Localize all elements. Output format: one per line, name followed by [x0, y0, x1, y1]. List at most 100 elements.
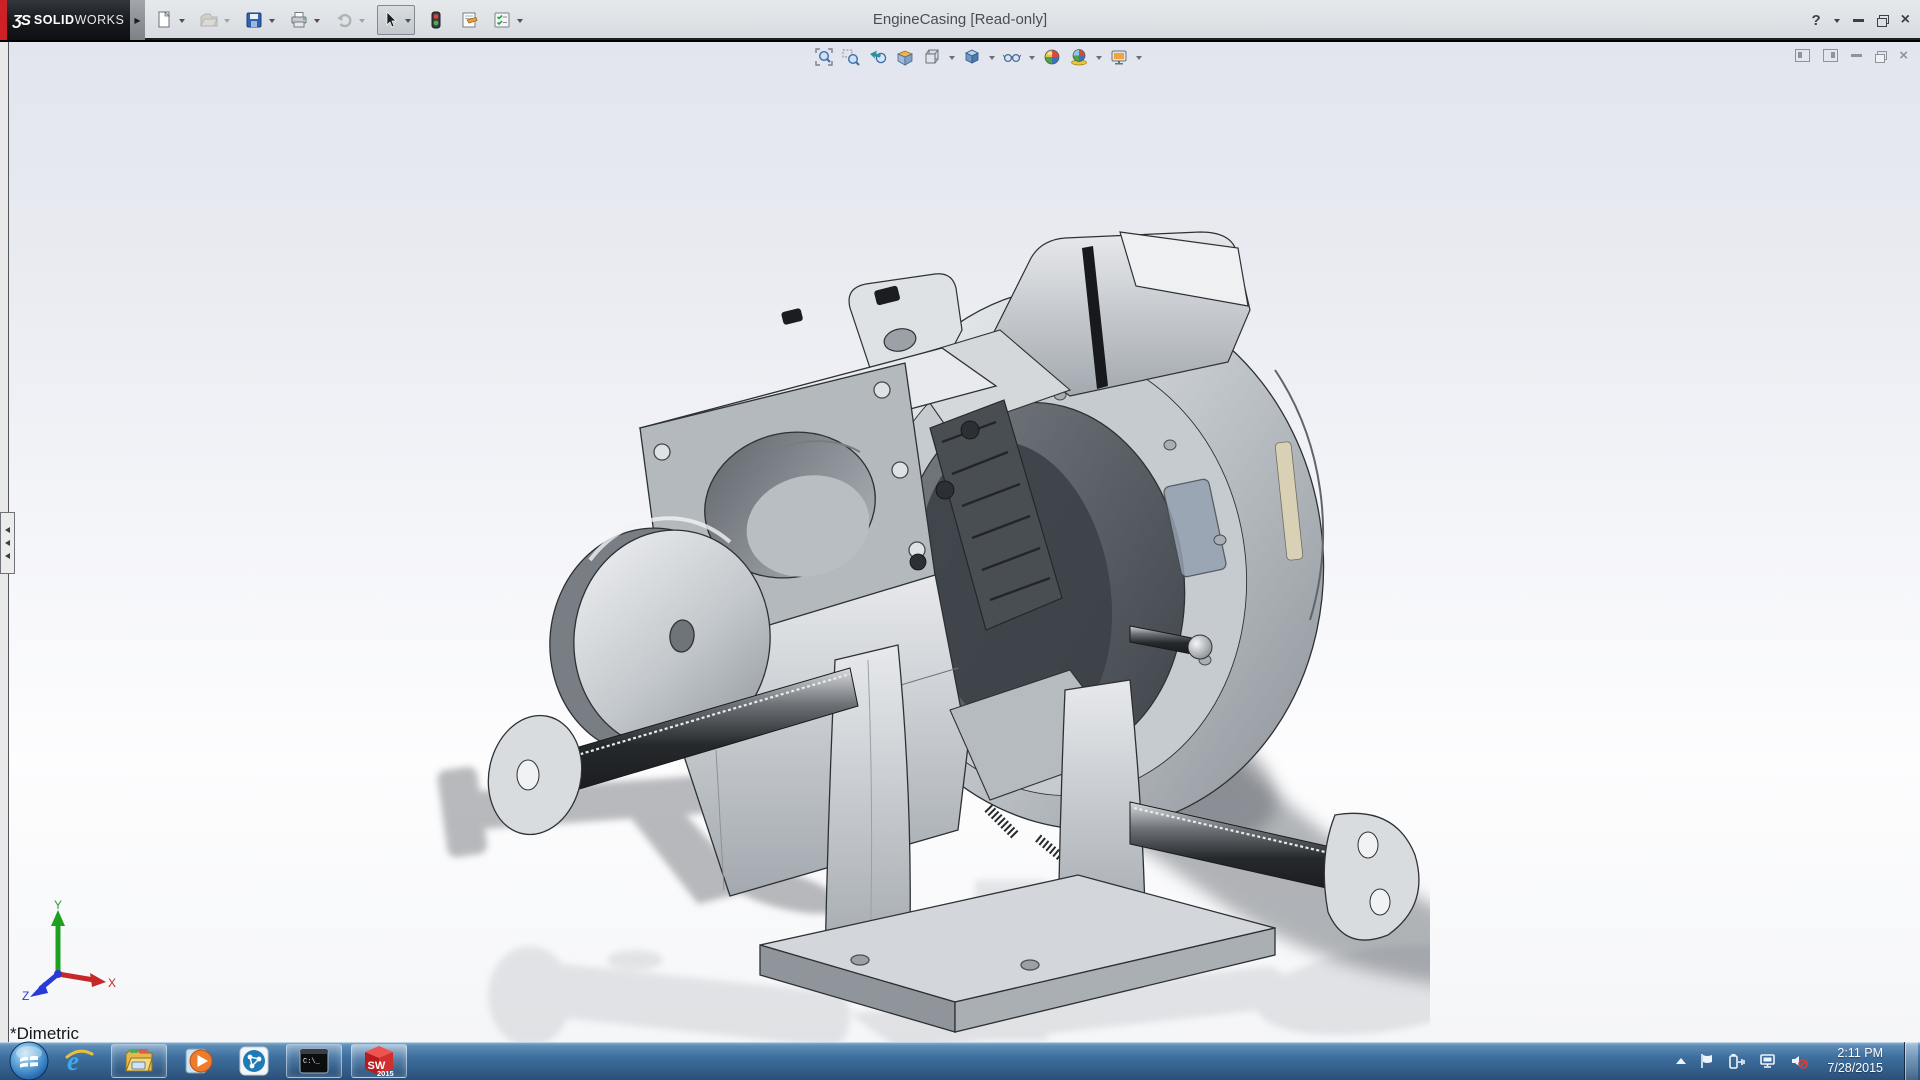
- background-app-sliver: [0, 0, 7, 40]
- undo-dropdown[interactable]: [356, 6, 368, 34]
- zoom-to-fit-icon: [814, 47, 834, 67]
- help-button[interactable]: ?: [1811, 12, 1820, 29]
- edit-appearance-button[interactable]: [1040, 45, 1064, 69]
- open-folder-icon: [199, 10, 219, 30]
- solidworks-logo-glyph: ƷS: [13, 12, 30, 29]
- show-hidden-icons-button[interactable]: [1676, 1058, 1686, 1064]
- taskbar-item-windows-explorer[interactable]: [111, 1044, 167, 1078]
- solidworks-logo-text-light: WORKS: [75, 13, 125, 27]
- collapse-arrow-icon: [5, 553, 10, 559]
- up-arrow-icon: [1676, 1058, 1686, 1064]
- save-button[interactable]: [242, 6, 266, 34]
- command-prompt-text: C:\_: [303, 1058, 321, 1066]
- help-dropdown[interactable]: [1834, 19, 1840, 26]
- collapse-arrow-icon: [5, 540, 10, 546]
- apply-scene-icon: [1069, 47, 1089, 67]
- section-view-icon: [895, 47, 915, 67]
- rebuild-button[interactable]: [424, 6, 448, 34]
- taskbar-item-media-player[interactable]: [176, 1044, 222, 1078]
- zoom-to-fit-button[interactable]: [812, 45, 836, 69]
- solidworks-window: ƷS SOLIDWORKS ▶: [0, 0, 1920, 1080]
- document-restore-button[interactable]: [1875, 51, 1886, 61]
- apply-scene-button[interactable]: [1067, 45, 1091, 69]
- select-cursor-icon: [380, 10, 400, 30]
- open-dropdown[interactable]: [221, 6, 233, 34]
- pane-right-icon[interactable]: [1823, 49, 1838, 62]
- engine-casing-model[interactable]: [430, 190, 1430, 1044]
- hide-show-items-button[interactable]: [1000, 45, 1024, 69]
- rebuild-traffic-light-icon: [426, 10, 446, 30]
- print-dropdown[interactable]: [311, 6, 323, 34]
- triad-z-label: Z: [22, 989, 29, 1002]
- previous-view-icon: [868, 47, 888, 67]
- select-button[interactable]: [378, 6, 402, 34]
- reference-triad: Y X Z: [16, 900, 116, 1002]
- show-desktop-button[interactable]: [1904, 1042, 1918, 1080]
- taskbar-apps: e: [56, 1044, 407, 1078]
- triad-y-label: Y: [54, 900, 62, 912]
- windows-explorer-folder-icon: [123, 1045, 155, 1077]
- standard-toolbar: [152, 0, 535, 40]
- view-settings-button[interactable]: [1107, 45, 1131, 69]
- volume-button[interactable]: [1790, 1053, 1808, 1069]
- feature-manager-collapse-tab[interactable]: [0, 512, 15, 574]
- taskbar-item-network-app[interactable]: [231, 1044, 277, 1078]
- flag-icon: [1699, 1053, 1715, 1069]
- window-controls: ? ×: [1811, 0, 1910, 40]
- display-style-button[interactable]: [960, 45, 984, 69]
- network-app-icon: [238, 1045, 270, 1077]
- menu-expand-button[interactable]: ▶: [130, 0, 145, 40]
- headsup-view-toolbar: [812, 44, 1144, 70]
- restore-button[interactable]: [1877, 15, 1888, 25]
- taskbar-item-solidworks[interactable]: SW 2015: [351, 1044, 407, 1078]
- solidworks-2015-icon: SW 2015: [362, 1044, 396, 1078]
- save-floppy-icon: [244, 10, 264, 30]
- start-button[interactable]: [6, 1039, 52, 1080]
- options-dropdown[interactable]: [514, 6, 526, 34]
- print-icon: [289, 10, 309, 30]
- power-button[interactable]: [1728, 1053, 1746, 1069]
- file-properties-button[interactable]: [457, 6, 481, 34]
- file-properties-icon: [459, 10, 479, 30]
- system-tray: 2:11 PM 7/28/2015: [1676, 1042, 1920, 1080]
- collapse-arrow-icon: [5, 527, 10, 533]
- open-button[interactable]: [197, 6, 221, 34]
- graphics-area[interactable]: ×: [0, 42, 1920, 1042]
- close-button[interactable]: ×: [1901, 12, 1910, 28]
- media-player-icon: [183, 1045, 215, 1077]
- previous-view-button[interactable]: [866, 45, 890, 69]
- network-button[interactable]: [1759, 1053, 1777, 1069]
- taskbar-item-internet-explorer[interactable]: e: [56, 1044, 102, 1078]
- document-minimize-button[interactable]: [1851, 54, 1862, 57]
- section-view-button[interactable]: [893, 45, 917, 69]
- zoom-to-area-button[interactable]: [839, 45, 863, 69]
- action-center-button[interactable]: [1699, 1053, 1715, 1069]
- hide-show-items-dropdown[interactable]: [1027, 52, 1037, 63]
- solidworks-icon-year: 2015: [377, 1069, 394, 1078]
- view-orientation-button[interactable]: [920, 45, 944, 69]
- solidworks-logo-text-bold: SOLID: [34, 13, 75, 27]
- view-settings-dropdown[interactable]: [1134, 52, 1144, 63]
- undo-button[interactable]: [332, 6, 356, 34]
- document-window-controls: ×: [1795, 48, 1908, 63]
- options-button[interactable]: [490, 6, 514, 34]
- view-orientation-dropdown[interactable]: [947, 52, 957, 63]
- power-plug-icon: [1728, 1053, 1746, 1069]
- menu-expand-arrow-icon: ▶: [134, 16, 140, 25]
- triad-x-label: X: [108, 976, 116, 990]
- new-document-button[interactable]: [152, 6, 176, 34]
- taskbar-clock[interactable]: 2:11 PM 7/28/2015: [1827, 1046, 1883, 1076]
- print-button[interactable]: [287, 6, 311, 34]
- pane-left-icon[interactable]: [1795, 49, 1810, 62]
- taskbar-item-command-prompt[interactable]: C:\_: [286, 1044, 342, 1078]
- network-monitor-icon: [1759, 1053, 1777, 1069]
- select-dropdown[interactable]: [402, 6, 414, 34]
- volume-muted-icon: [1790, 1053, 1808, 1069]
- document-close-button[interactable]: ×: [1899, 48, 1908, 63]
- display-style-dropdown[interactable]: [987, 52, 997, 63]
- apply-scene-dropdown[interactable]: [1094, 52, 1104, 63]
- new-document-dropdown[interactable]: [176, 6, 188, 34]
- save-dropdown[interactable]: [266, 6, 278, 34]
- minimize-button[interactable]: [1853, 19, 1864, 22]
- undo-icon: [334, 10, 354, 30]
